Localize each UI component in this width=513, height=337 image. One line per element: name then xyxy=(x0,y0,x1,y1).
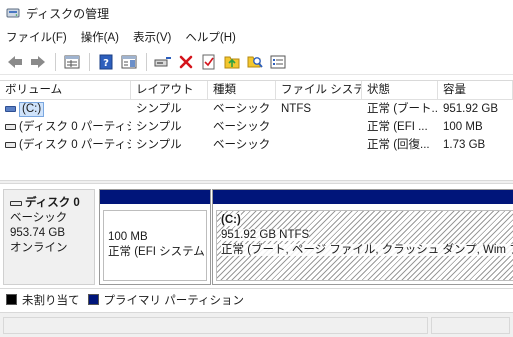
partition-status: 正常 (ブート, ページ ファイル, クラッシュ ダンプ, Wim ブート, ベ… xyxy=(221,244,513,256)
delete-icon xyxy=(179,55,193,68)
back-arrow-icon xyxy=(8,55,22,68)
legend-item-primary: プライマリ パーティション xyxy=(87,292,245,308)
menu-bar: ファイル(F) 操作(A) 表示(V) ヘルプ(H) xyxy=(0,27,513,47)
disk-label[interactable]: ディスク 0 ベーシック 953.74 GB オンライン xyxy=(3,189,95,285)
connect-button[interactable] xyxy=(152,51,174,73)
forward-arrow-icon xyxy=(31,55,45,68)
volume-drive-icon xyxy=(5,124,16,130)
legend-label: 未割り当て xyxy=(22,294,80,307)
column-header-type[interactable]: 種類 xyxy=(208,81,276,100)
partition-color-bar xyxy=(213,190,513,204)
volume-type: ベーシック xyxy=(213,139,271,151)
svg-text:?: ? xyxy=(103,58,109,69)
volume-capacity: 1.73 GB xyxy=(443,139,486,151)
disk-management-app-icon xyxy=(6,8,20,18)
volume-drive-icon xyxy=(5,142,16,148)
status-bar-segment xyxy=(431,317,510,334)
volume-filesystem: NTFS xyxy=(281,103,312,115)
legend-label: プライマリ パーティション xyxy=(103,294,245,307)
properties-grid-icon xyxy=(64,55,80,68)
volume-name[interactable]: (ディスク 0 パーティシ... xyxy=(19,136,131,154)
disk-map-pane: ディスク 0 ベーシック 953.74 GB オンライン 100 MB 正常 (… xyxy=(0,185,513,287)
partition-efi[interactable]: 100 MB 正常 (EFI システム パ xyxy=(99,189,211,285)
check-button[interactable] xyxy=(198,51,220,73)
volume-filesystem xyxy=(276,136,362,154)
search-button[interactable] xyxy=(244,51,266,73)
volume-layout: シンプル xyxy=(136,139,182,151)
disk-icon xyxy=(10,201,22,206)
legend-item-unallocated: 未割り当て xyxy=(6,292,80,308)
legend: 未割り当て プライマリ パーティション xyxy=(0,288,513,310)
menu-view[interactable]: 表示(V) xyxy=(133,29,171,45)
help-book-icon: ? xyxy=(99,54,113,69)
volume-capacity: 951.92 GB xyxy=(443,103,498,115)
volume-list-header: ボリューム レイアウト 種類 ファイル システム 状態 容量 xyxy=(0,81,513,100)
list-button[interactable] xyxy=(267,51,289,73)
volume-layout: シンプル xyxy=(136,121,182,133)
partition-color-bar xyxy=(100,190,210,204)
toolbar-separator xyxy=(146,52,147,71)
column-header-status[interactable]: 状態 xyxy=(362,81,438,100)
partition-c[interactable]: (C:) 951.92 GB NTFS 正常 (ブート, ページ ファイル, ク… xyxy=(212,189,513,285)
volume-row[interactable]: (C:) シンプル ベーシック NTFS 正常 (ブート... 951.92 G… xyxy=(0,100,513,118)
volume-filesystem xyxy=(276,118,362,136)
toolbar-separator xyxy=(55,52,56,71)
partition-status: 正常 (EFI システム パ xyxy=(108,246,206,258)
column-header-filesystem[interactable]: ファイル システム xyxy=(276,81,362,100)
list-icon xyxy=(270,55,286,68)
volume-type: ベーシック xyxy=(213,121,271,133)
back-button[interactable] xyxy=(4,51,26,73)
disk-size: 953.74 GB xyxy=(10,227,65,239)
folder-up-button[interactable] xyxy=(221,51,243,73)
menu-file[interactable]: ファイル(F) xyxy=(6,29,67,45)
properties-button[interactable] xyxy=(61,51,83,73)
partition-selected-hatch: (C:) 951.92 GB NTFS 正常 (ブート, ページ ファイル, ク… xyxy=(216,210,513,281)
disk-name: ディスク 0 xyxy=(25,197,80,209)
title-bar: ディスクの管理 xyxy=(0,0,513,26)
volume-status: 正常 (回復... xyxy=(367,139,430,151)
help-button[interactable]: ? xyxy=(95,51,117,73)
column-header-layout[interactable]: レイアウト xyxy=(131,81,208,100)
panel-view-icon xyxy=(121,55,137,68)
volume-list: ボリューム レイアウト 種類 ファイル システム 状態 容量 (C:) シンプル… xyxy=(0,80,513,180)
volume-row[interactable]: (ディスク 0 パーティシ... シンプル ベーシック 正常 (回復... 1.… xyxy=(0,136,513,154)
partition-size: 100 MB xyxy=(108,231,148,243)
folder-up-icon xyxy=(224,56,240,68)
legend-swatch xyxy=(6,294,17,305)
disk-type: ベーシック xyxy=(10,212,68,224)
volume-drive-icon xyxy=(5,106,16,112)
forward-button[interactable] xyxy=(27,51,49,73)
pane-splitter[interactable] xyxy=(0,180,513,184)
volume-layout: シンプル xyxy=(136,103,182,115)
connect-icon xyxy=(154,56,171,66)
toolbar: ? xyxy=(0,49,513,75)
column-header-capacity[interactable]: 容量 xyxy=(438,81,513,100)
delete-button[interactable] xyxy=(175,51,197,73)
legend-swatch xyxy=(87,294,99,305)
toolbar-separator xyxy=(89,52,90,71)
status-bar-segment xyxy=(3,317,428,334)
check-icon xyxy=(202,54,215,69)
volume-row[interactable]: (ディスク 0 パーティシ... シンプル ベーシック 正常 (EFI ... … xyxy=(0,118,513,136)
menu-action[interactable]: 操作(A) xyxy=(81,29,119,45)
show-hide-pane-button[interactable] xyxy=(118,51,140,73)
disk-state: オンライン xyxy=(10,242,68,254)
status-bar xyxy=(0,312,513,337)
window-title: ディスクの管理 xyxy=(26,6,110,21)
volume-type: ベーシック xyxy=(213,103,271,115)
volume-name[interactable]: (ディスク 0 パーティシ... xyxy=(19,118,131,136)
volume-status: 正常 (EFI ... xyxy=(367,121,428,133)
partition-name: (C:) xyxy=(221,214,241,226)
menu-help[interactable]: ヘルプ(H) xyxy=(185,29,235,45)
partition-size: 951.92 GB NTFS xyxy=(221,229,310,241)
column-header-volume[interactable]: ボリューム xyxy=(0,81,131,100)
search-icon xyxy=(247,56,263,68)
volume-status: 正常 (ブート... xyxy=(367,103,438,115)
volume-capacity: 100 MB xyxy=(443,121,483,133)
volume-name[interactable]: (C:) xyxy=(19,101,45,117)
